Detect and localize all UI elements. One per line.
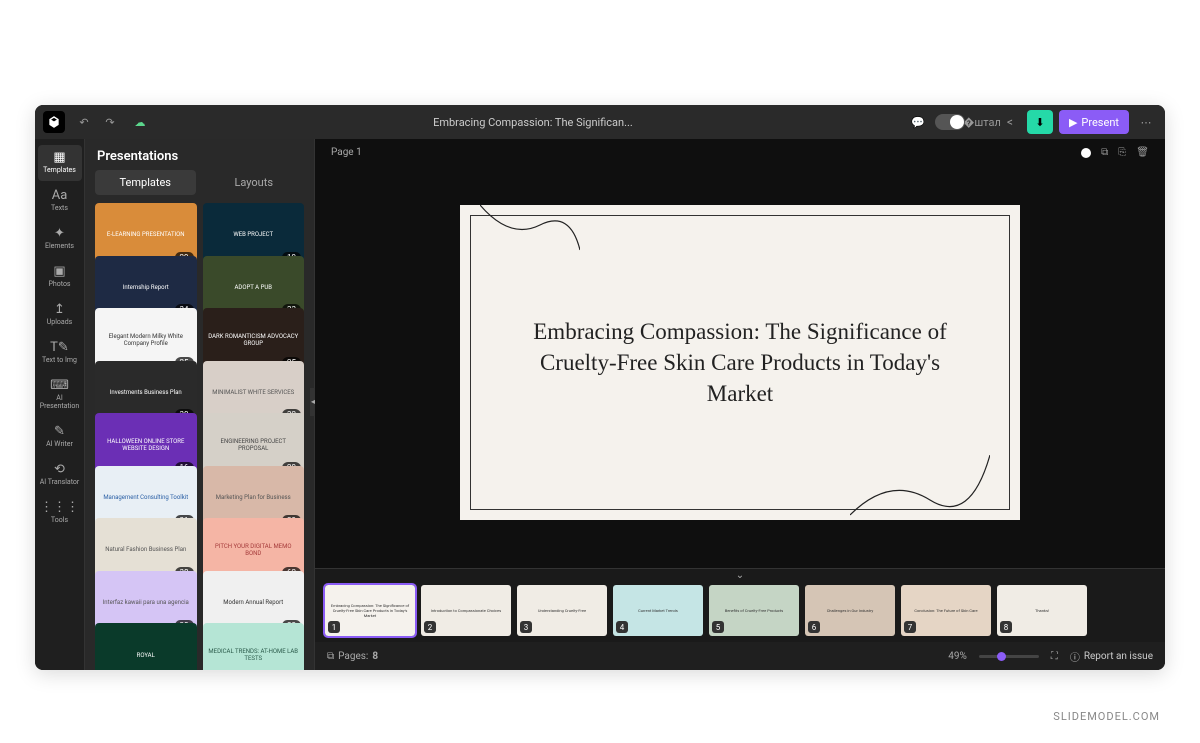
left-rail: ▦TemplatesAaTexts✦Elements▣Photos↥Upload…: [35, 139, 85, 670]
comment-button[interactable]: 💬: [907, 111, 929, 133]
rail-item-tools[interactable]: ⋮⋮⋮Tools: [38, 495, 82, 531]
rail-item-elements[interactable]: ✦Elements: [38, 221, 82, 257]
download-button[interactable]: ⬇: [1027, 110, 1053, 134]
slide-duplicate-button[interactable]: ⎘: [1118, 147, 1126, 158]
zoom-value: 49%: [948, 651, 967, 662]
share-button[interactable]: <: [999, 111, 1021, 133]
present-button[interactable]: ▶Present: [1059, 110, 1129, 134]
pages-counter[interactable]: ⧉ Pages: 8: [327, 651, 378, 662]
thumbnail-number: 8: [1000, 621, 1012, 633]
templates-icon: ▦: [53, 151, 65, 165]
slide-thumbnail[interactable]: Benefits of Cruelty-Free Products5: [709, 585, 799, 636]
report-issue-button[interactable]: ⓘ Report an issue: [1070, 649, 1153, 664]
fit-button[interactable]: ⛶: [1051, 651, 1058, 662]
ai-writer-icon: ✎: [54, 425, 65, 439]
present-icon: ▶: [1069, 116, 1077, 129]
uploads-icon: ↥: [54, 303, 65, 317]
slide-thumbnail[interactable]: Introduction to Compassionate Choices2: [421, 585, 511, 636]
template-card[interactable]: ROYAL25: [95, 623, 197, 670]
photos-icon: ▣: [53, 265, 65, 279]
thumbnail-number: 5: [712, 621, 724, 633]
rail-item-photos[interactable]: ▣Photos: [38, 259, 82, 295]
rail-item-text-to-img[interactable]: T✎Text to Img: [38, 335, 82, 371]
panel-title: Presentations: [85, 139, 314, 170]
thumbnail-number: 6: [808, 621, 820, 633]
document-title[interactable]: Embracing Compassion: The Significan...: [159, 116, 907, 129]
tools-icon: ⋮⋮⋮: [40, 501, 79, 515]
app-logo[interactable]: [43, 111, 65, 133]
panel-tab-layouts[interactable]: Layouts: [204, 170, 305, 195]
swirl-decoration-top-left: [480, 200, 580, 260]
slide-status-dot: [1081, 148, 1091, 158]
pages-icon: ⧉: [327, 651, 334, 662]
thumbnail-number: 1: [328, 621, 340, 633]
rail-item-texts[interactable]: AaTexts: [38, 183, 82, 219]
template-card[interactable]: MEDICAL TRENDS: AT-HOME LAB TESTS34: [203, 623, 305, 670]
theme-toggle[interactable]: [935, 114, 965, 130]
share-button[interactable]: �штал: [971, 111, 993, 133]
side-panel: Presentations TemplatesLayouts E-LEARNIN…: [85, 139, 315, 670]
rail-item-uploads[interactable]: ↥Uploads: [38, 297, 82, 333]
thumbnail-number: 7: [904, 621, 916, 633]
thumbnail-number: 2: [424, 621, 436, 633]
rail-item-templates[interactable]: ▦Templates: [38, 145, 82, 181]
slide-thumbnail[interactable]: Understanding Cruelty-Free3: [517, 585, 607, 636]
texts-icon: Aa: [52, 189, 68, 203]
page-indicator: Page 1: [331, 147, 362, 158]
slide-canvas[interactable]: Embracing Compassion: The Significance o…: [460, 205, 1020, 520]
zoom-slider[interactable]: [979, 655, 1039, 658]
panel-tab-templates[interactable]: Templates: [95, 170, 196, 195]
slide-thumbnail[interactable]: Current Market Trends4: [613, 585, 703, 636]
cloud-sync-icon[interactable]: ☁: [129, 111, 151, 133]
thumbnail-number: 3: [520, 621, 532, 633]
slide-thumbnail[interactable]: Challenges in Our Industry6: [805, 585, 895, 636]
watermark: SLIDEMODEL.COM: [1053, 710, 1160, 723]
undo-button[interactable]: ↶: [73, 111, 95, 133]
rail-item-ai-translator[interactable]: ⟲AI Translator: [38, 457, 82, 493]
thumbnail-number: 4: [616, 621, 628, 633]
slide-thumbnail[interactable]: Embracing Compassion: The Significance o…: [325, 585, 415, 636]
more-menu-button[interactable]: ⋯: [1135, 111, 1157, 133]
slide-title-text[interactable]: Embracing Compassion: The Significance o…: [510, 316, 970, 409]
elements-icon: ✦: [54, 227, 65, 241]
text-to-img-icon: T✎: [50, 341, 69, 355]
ai-presentation-icon: ⌨: [50, 379, 69, 393]
slide-copy-button[interactable]: ⧉: [1101, 147, 1108, 158]
rail-item-ai-presentation[interactable]: ⌨AI Presentation: [38, 373, 82, 417]
ai-translator-icon: ⟲: [54, 463, 65, 477]
rail-item-ai-writer[interactable]: ✎AI Writer: [38, 419, 82, 455]
thumbnail-strip-toggle[interactable]: ⌄: [315, 569, 1165, 581]
redo-button[interactable]: ↷: [99, 111, 121, 133]
slide-delete-button[interactable]: 🗑: [1136, 147, 1149, 158]
swirl-decoration-bottom-right: [850, 455, 990, 525]
slide-thumbnail[interactable]: Conclusion: The Future of Skin Care7: [901, 585, 991, 636]
info-icon: ⓘ: [1070, 649, 1080, 664]
slide-thumbnail[interactable]: Thanks!8: [997, 585, 1087, 636]
